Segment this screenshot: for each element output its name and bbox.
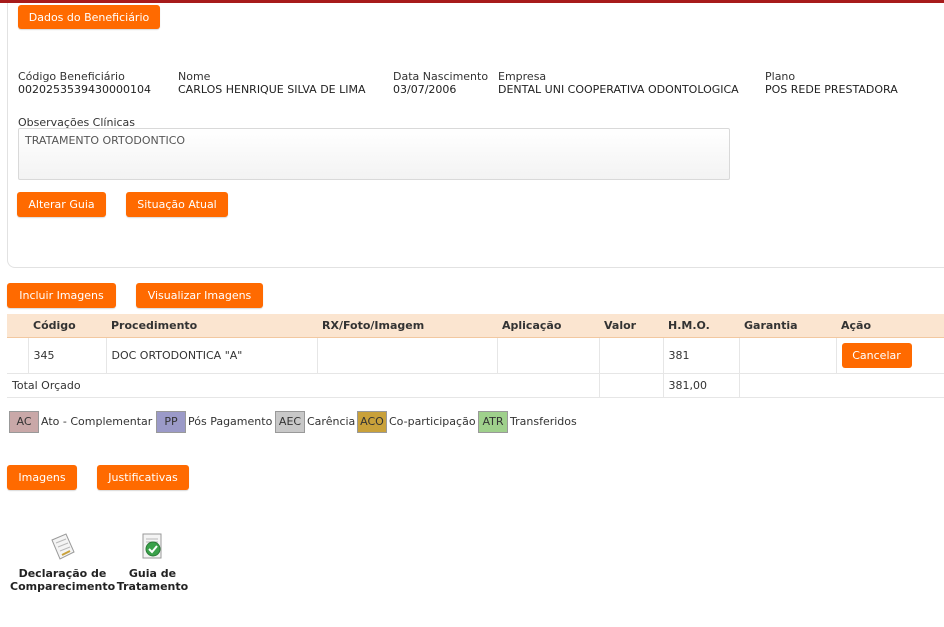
dados-beneficiario-button[interactable]: Dados do Beneficiário xyxy=(18,5,160,29)
total-valor xyxy=(599,373,664,398)
total-row: Total Orçado 381,00 xyxy=(7,373,944,398)
empresa-label: Empresa xyxy=(498,70,547,83)
header-garantia: Garantia xyxy=(739,314,836,338)
legend-pp-label: Pós Pagamento xyxy=(188,415,273,428)
declaracao-line2: Comparecimento xyxy=(10,580,116,593)
nascimento-value: 03/07/2006 xyxy=(393,83,457,96)
justificativas-button[interactable]: Justificativas xyxy=(97,465,189,490)
cell-hmo: 381 xyxy=(663,337,740,374)
cancelar-button[interactable]: Cancelar xyxy=(841,342,912,368)
header-valor: Valor xyxy=(599,314,663,338)
visualizar-imagens-button[interactable]: Visualizar Imagens xyxy=(136,283,263,308)
legend-atr-swatch: ATR xyxy=(478,411,508,433)
legend-ac-label: Ato - Complementar xyxy=(41,415,153,428)
nome-label: Nome xyxy=(178,70,211,83)
nome-value: CARLOS HENRIQUE SILVA DE LIMA xyxy=(178,83,366,96)
observacoes-field[interactable]: TRATAMENTO ORTODONTICO xyxy=(18,128,730,180)
imagens-button[interactable]: Imagens xyxy=(7,465,77,490)
legend-atr-label: Transferidos xyxy=(510,415,577,428)
declaracao-link[interactable]: Declaração de Comparecimento xyxy=(10,567,115,593)
legend-aec-swatch: AEC xyxy=(275,411,305,433)
procedures-table: Código Procedimento RX/Foto/Imagem Aplic… xyxy=(7,314,944,398)
cell-procedimento: DOC ORTODONTICA "A" xyxy=(106,337,318,374)
cell-rx xyxy=(317,337,498,374)
legend-ac-swatch: AC xyxy=(9,411,39,433)
table-row: 345 DOC ORTODONTICA "A" 381 Cancelar xyxy=(7,337,944,374)
header-hmo: H.M.O. xyxy=(663,314,739,338)
legend-aco-label: Co-participação xyxy=(389,415,476,428)
guia-line2: Tratamento xyxy=(116,580,189,593)
alterar-guia-button[interactable]: Alterar Guia xyxy=(17,192,106,217)
header-aplicacao: Aplicação xyxy=(497,314,599,338)
plano-label: Plano xyxy=(765,70,796,83)
codigo-label: Código Beneficiário xyxy=(18,70,125,83)
guia-line1: Guia de xyxy=(128,567,177,580)
declaracao-line1: Declaração de xyxy=(18,567,107,580)
cell-acao: Cancelar xyxy=(836,337,944,374)
table-header-row: Código Procedimento RX/Foto/Imagem Aplic… xyxy=(7,314,944,338)
header-acao: Ação xyxy=(836,314,944,338)
empresa-value: DENTAL UNI COOPERATIVA ODONTOLOGICA xyxy=(498,83,739,96)
header-codigo: Código xyxy=(28,314,106,338)
header-spacer xyxy=(7,314,28,338)
nascimento-label: Data Nascimento xyxy=(393,70,489,83)
declaracao-document-icon[interactable] xyxy=(48,532,76,565)
codigo-value: 0020253539430000104 xyxy=(18,83,151,96)
cell-aplicacao xyxy=(497,337,600,374)
guia-document-icon[interactable] xyxy=(139,532,167,565)
legend-aec-label: Carência xyxy=(307,415,356,428)
legend-aco-swatch: ACO xyxy=(357,411,387,433)
cell-codigo: 345 xyxy=(28,337,107,374)
guia-link[interactable]: Guia de Tratamento xyxy=(115,567,190,593)
total-label: Total Orçado xyxy=(7,373,600,398)
cell-spacer xyxy=(7,337,29,374)
cell-valor xyxy=(599,337,664,374)
plano-value: POS REDE PRESTADORA xyxy=(765,83,898,96)
header-procedimento: Procedimento xyxy=(106,314,317,338)
incluir-imagens-button[interactable]: Incluir Imagens xyxy=(7,283,116,308)
total-hmo: 381,00 xyxy=(663,373,740,398)
header-rx: RX/Foto/Imagem xyxy=(317,314,497,338)
situacao-atual-button[interactable]: Situação Atual xyxy=(126,192,228,217)
cell-garantia xyxy=(739,337,837,374)
legend-pp-swatch: PP xyxy=(156,411,186,433)
total-rest xyxy=(739,373,944,398)
